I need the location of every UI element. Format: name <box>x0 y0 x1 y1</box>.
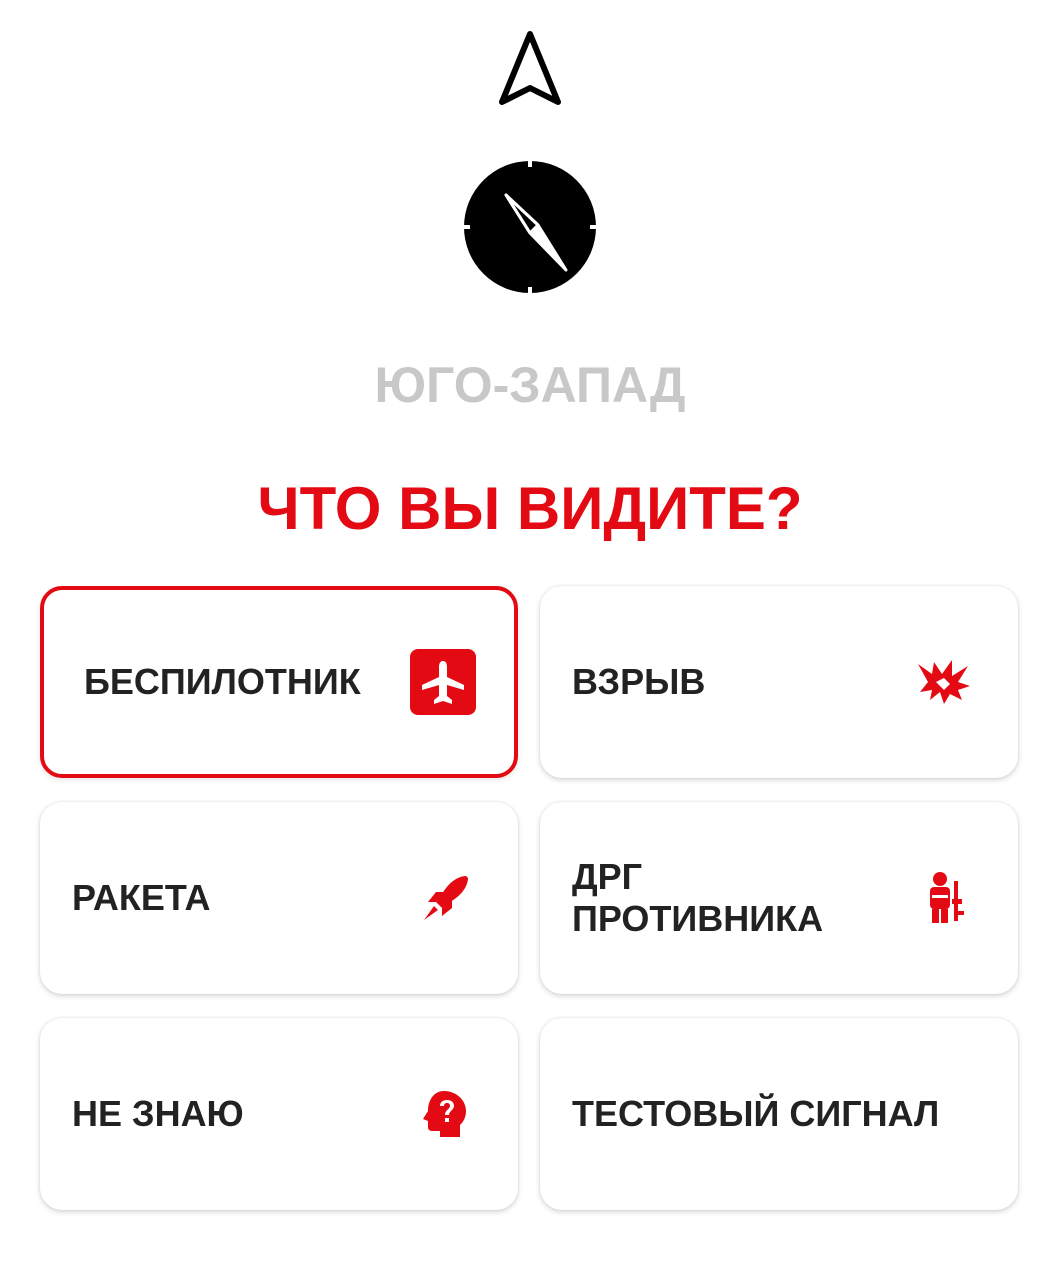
options-grid: БЕСПИЛОТНИК ВЗРЫВ РАКЕТА ДРГ ПРОТИВНИКА <box>40 586 1020 1210</box>
option-label: РАКЕТА <box>72 877 211 918</box>
option-rocket-button[interactable]: РАКЕТА <box>40 802 518 994</box>
option-label: ДРГ ПРОТИВНИКА <box>572 856 824 939</box>
airplane-icon <box>410 649 476 715</box>
rocket-icon <box>424 876 468 920</box>
direction-label: ЮГО-ЗАПАД <box>374 357 686 413</box>
option-label: БЕСПИЛОТНИК <box>84 661 361 702</box>
compass-icon <box>458 155 602 299</box>
option-label: ВЗРЫВ <box>572 661 706 702</box>
option-test-signal-button[interactable]: ТЕСТОВЫЙ СИГНАЛ <box>540 1018 1018 1210</box>
soldier-icon <box>930 872 964 923</box>
option-explosion-button[interactable]: ВЗРЫВ <box>540 586 1018 778</box>
explosion-icon <box>918 660 970 704</box>
option-drone-button[interactable]: БЕСПИЛОТНИК <box>40 586 518 778</box>
option-unknown-button[interactable]: НЕ ЗНАЮ <box>40 1018 518 1210</box>
navigation-arrow-icon <box>499 31 561 105</box>
option-label: ТЕСТОВЫЙ СИГНАЛ <box>572 1093 940 1134</box>
question-head-icon <box>423 1091 466 1137</box>
option-label: НЕ ЗНАЮ <box>72 1093 244 1134</box>
question-title: ЧТО ВЫ ВИДИТЕ? <box>257 475 803 542</box>
option-sabotage-group-button[interactable]: ДРГ ПРОТИВНИКА <box>540 802 1018 994</box>
